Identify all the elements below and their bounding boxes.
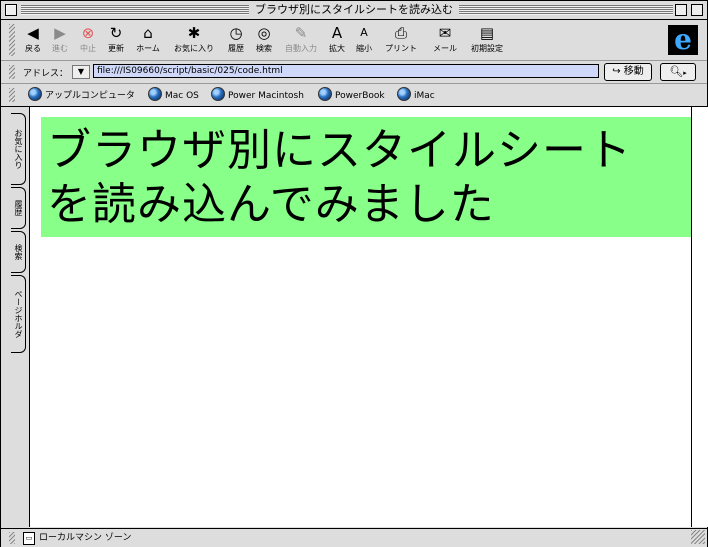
shrink-button[interactable]: A 縮小 — [353, 24, 375, 53]
favorite-imac[interactable]: iMac — [397, 87, 435, 103]
favorites-icon: ✱ — [187, 24, 201, 42]
globe-icon — [28, 87, 42, 101]
heading-line-2: を読み込んでみました — [47, 179, 495, 230]
home-button[interactable]: ⌂ ホーム — [132, 24, 164, 53]
search-menu-button[interactable]: 🔍︎▸ — [660, 63, 696, 81]
back-arrow-icon: ◀ — [27, 24, 39, 42]
tab-search[interactable]: 検索 — [11, 231, 26, 273]
enlarge-text-icon: A — [331, 24, 343, 42]
magnifier-icon: 🔍︎ — [669, 65, 684, 78]
collapse-box[interactable] — [691, 4, 703, 16]
favorite-apple[interactable]: アップルコンピュータ — [28, 87, 135, 103]
go-button[interactable]: ↪ 移動 — [604, 63, 652, 81]
menu-arrow-icon: ▸ — [683, 69, 687, 77]
ie-logo-icon: e — [668, 25, 698, 55]
page-content: ブラウザ別にスタイルシート を読み込んでみました — [29, 107, 695, 527]
forward-arrow-icon: ▶ — [54, 24, 66, 42]
globe-icon — [397, 87, 411, 101]
toolbar: ◀ 戻る ▶ 進む ⊗ 中止 ↻ 更新 ⌂ ホーム ✱ お気に入り ◷ 履歴 ◎ — [1, 20, 707, 61]
resize-handle[interactable] — [691, 530, 705, 544]
back-button[interactable]: ◀ 戻る — [21, 24, 45, 53]
search-icon: ◎ — [257, 24, 271, 42]
print-button[interactable]: ⎙ プリント — [381, 24, 421, 53]
autofill-pencil-icon: ✎ — [294, 24, 308, 42]
stop-icon: ⊗ — [81, 24, 95, 42]
stop-button[interactable]: ⊗ 中止 — [76, 24, 100, 53]
favorites-grip[interactable] — [9, 88, 15, 102]
autofill-button[interactable]: ✎ 自動入力 — [280, 24, 322, 53]
page-heading: ブラウザ別にスタイルシート を読み込んでみました — [41, 117, 695, 237]
history-clock-icon: ◷ — [229, 24, 243, 42]
refresh-icon: ↻ — [109, 24, 123, 42]
enlarge-button[interactable]: A 拡大 — [326, 24, 348, 53]
favorite-power-macintosh[interactable]: Power Macintosh — [211, 87, 304, 103]
vertical-scrollbar[interactable] — [691, 107, 708, 527]
globe-icon — [148, 87, 162, 101]
refresh-button[interactable]: ↻ 更新 — [104, 24, 128, 53]
window-title: ブラウザ別にスタイルシートを読み込む — [249, 3, 459, 16]
favorites-button[interactable]: ✱ お気に入り — [169, 24, 219, 53]
tab-page-holder[interactable]: ページホルダ — [11, 275, 26, 353]
history-button[interactable]: ◷ 履歴 — [224, 24, 248, 53]
address-bar: アドレス： ▼ ↪ 移動 🔍︎▸ — [1, 61, 707, 84]
explorer-tabs: お気に入り 履歴 検索 ページホルダ — [1, 107, 29, 527]
tab-history[interactable]: 履歴 — [11, 187, 26, 229]
globe-icon — [318, 87, 332, 101]
shrink-text-icon: A — [360, 26, 368, 39]
search-button[interactable]: ◎ 検索 — [252, 24, 276, 53]
globe-icon — [211, 87, 225, 101]
address-grip[interactable] — [9, 65, 15, 79]
address-dropdown[interactable]: ▼ — [72, 65, 90, 79]
zoom-box[interactable] — [675, 4, 687, 16]
title-bar[interactable]: ブラウザ別にスタイルシートを読み込む — [1, 1, 707, 20]
status-bar: ▭ ローカルマシン ゾーン — [1, 528, 707, 547]
address-label: アドレス： — [23, 69, 69, 79]
browser-window: ブラウザ別にスタイルシートを読み込む ◀ 戻る ▶ 進む ⊗ 中止 ↻ 更新 ⌂… — [0, 0, 708, 547]
status-grip — [9, 532, 15, 544]
preferences-icon: ▤ — [479, 24, 495, 42]
favorites-bar: アップルコンピュータ Mac OS Power Macintosh PowerB… — [1, 84, 707, 107]
tab-favorites[interactable]: お気に入り — [11, 113, 26, 185]
favorite-macos[interactable]: Mac OS — [148, 87, 199, 103]
go-arrow-icon: ↪ — [612, 66, 621, 77]
favorite-powerbook[interactable]: PowerBook — [318, 87, 385, 103]
address-input[interactable] — [93, 64, 599, 78]
toolbar-grip[interactable] — [9, 24, 15, 56]
chevron-down-icon: ▼ — [77, 67, 85, 76]
preferences-button[interactable]: ▤ 初期設定 — [467, 24, 507, 53]
status-text: ローカルマシン ゾーン — [39, 533, 132, 543]
printer-icon: ⎙ — [394, 24, 407, 42]
heading-line-1: ブラウザ別にスタイルシート — [47, 125, 632, 176]
zone-icon: ▭ — [23, 532, 35, 545]
mail-icon: ✉ — [438, 24, 452, 42]
mail-button[interactable]: ✉ メール — [429, 24, 461, 53]
forward-button[interactable]: ▶ 進む — [48, 24, 72, 53]
home-icon: ⌂ — [143, 24, 153, 42]
